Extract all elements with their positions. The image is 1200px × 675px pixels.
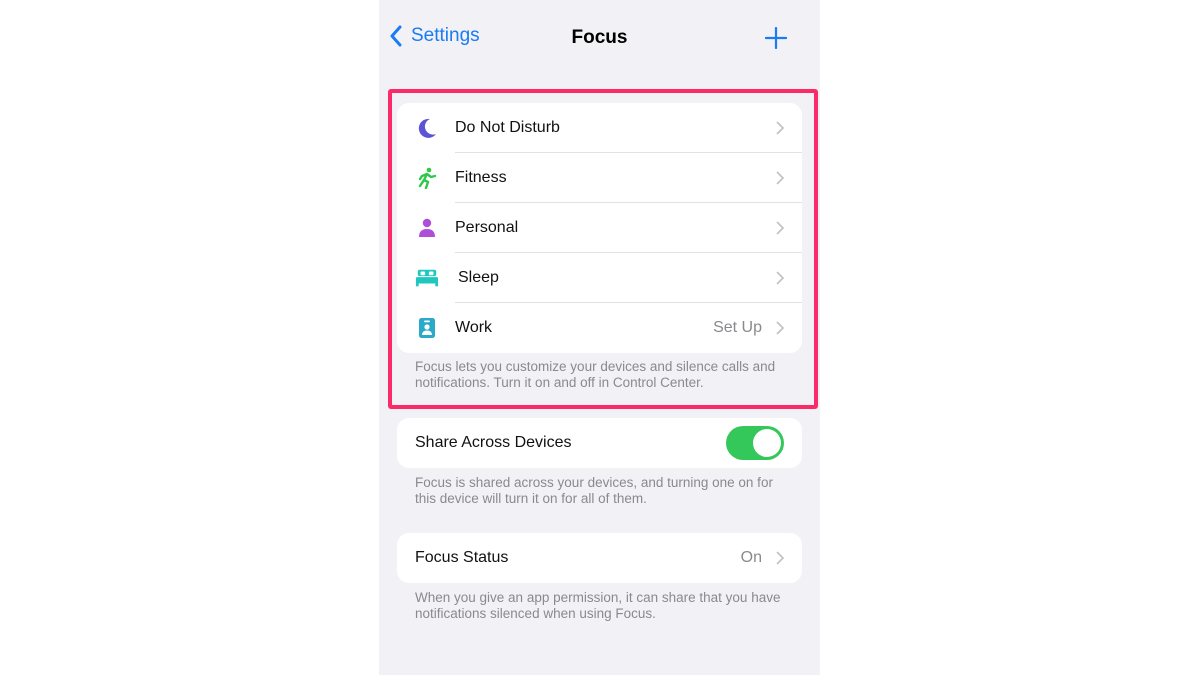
plus-icon[interactable] — [765, 27, 787, 49]
share-across-devices-label: Share Across Devices — [415, 434, 572, 451]
share-footer: Focus is shared across your devices, and… — [415, 475, 773, 506]
status-footer: When you give an app permission, it can … — [415, 590, 781, 621]
navigation-bar: Settings Focus — [379, 0, 820, 80]
focus-status-card: Focus Status On — [397, 533, 802, 583]
highlight-annotation-box — [388, 89, 818, 409]
page-title: Focus — [571, 27, 628, 48]
share-across-devices-card: Share Across Devices — [397, 418, 802, 468]
share-across-devices-row: Share Across Devices — [397, 418, 802, 468]
focus-status-row[interactable]: Focus Status On — [397, 533, 802, 583]
chevron-right-icon — [776, 551, 784, 565]
focus-status-value: On — [740, 549, 762, 566]
toggle-knob — [753, 429, 781, 457]
share-across-devices-toggle[interactable] — [726, 426, 784, 460]
focus-status-label: Focus Status — [415, 549, 509, 566]
